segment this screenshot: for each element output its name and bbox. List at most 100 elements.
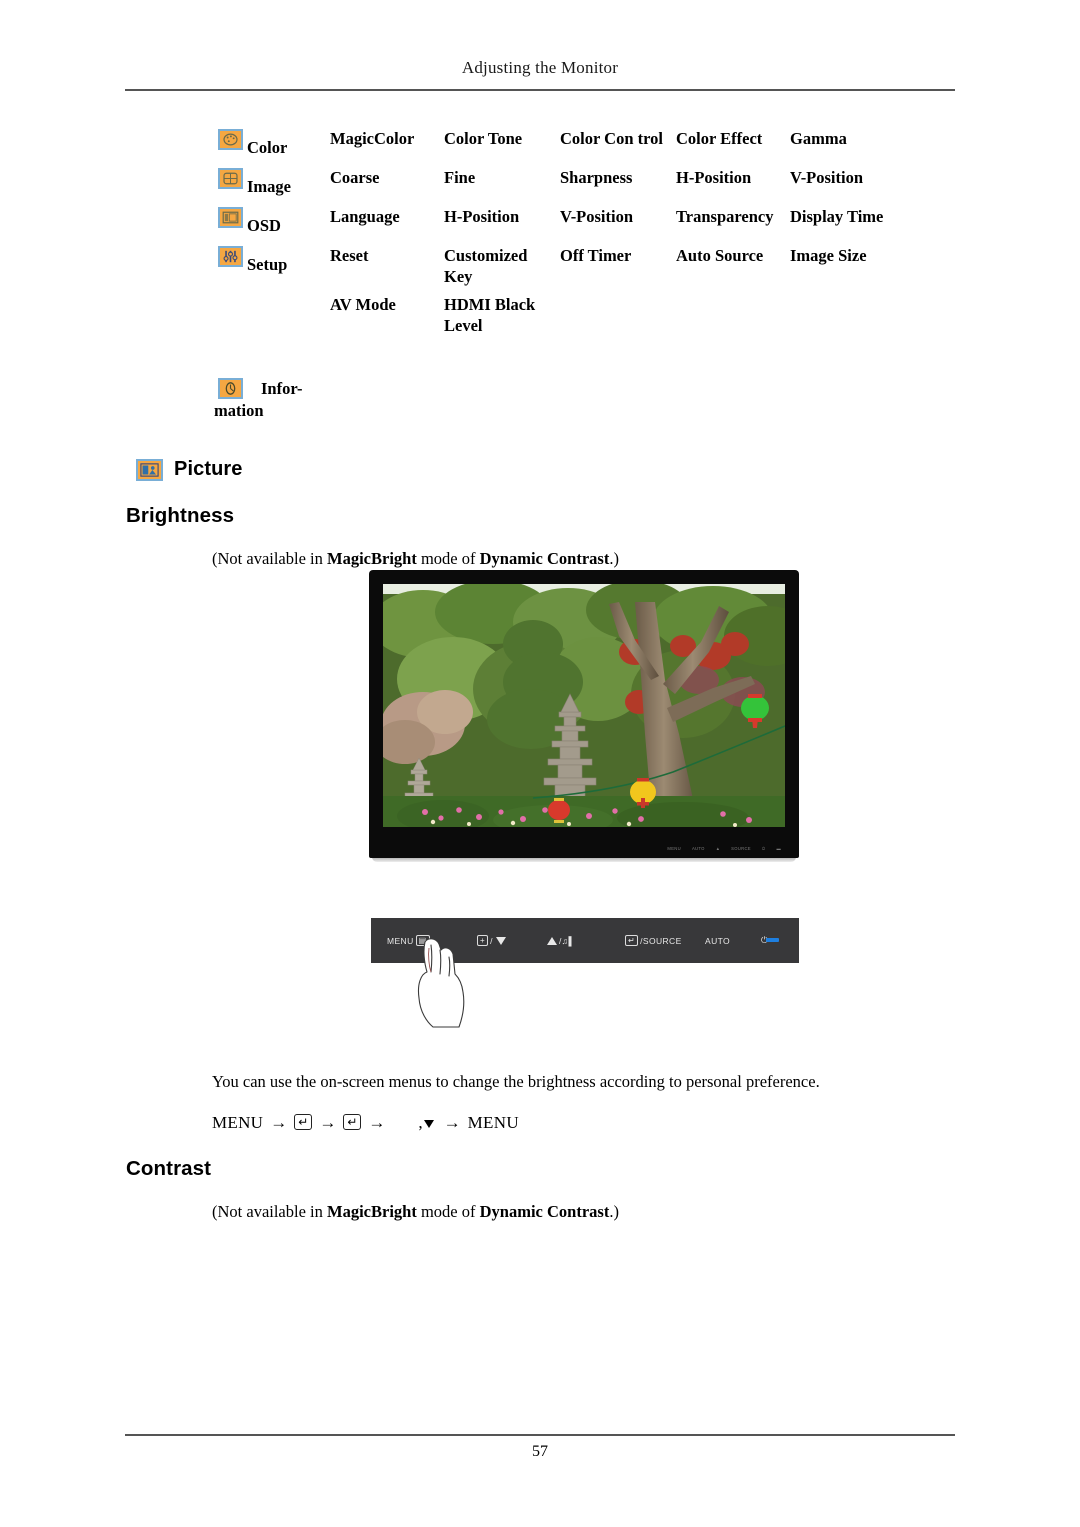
category-cell-setup: Setup	[218, 245, 330, 273]
bezel-label: SOURCE	[731, 846, 751, 851]
table-row: Setup Reset Customized Key Off Timer Aut…	[218, 245, 918, 287]
brightness-heading: Brightness	[126, 504, 235, 527]
chevron-down-icon	[423, 1120, 434, 1128]
clock-information-icon	[218, 378, 243, 400]
source-label: /SOURCE	[640, 935, 682, 946]
menu-item: Coarse	[330, 168, 380, 187]
arrow-icon: →	[368, 1113, 386, 1132]
menu-item: HDMI Black Level	[444, 295, 536, 336]
sequence-end: MENU	[467, 1113, 519, 1132]
bezel-label: MENU	[667, 846, 681, 851]
menu-item: Customized Key	[444, 246, 528, 287]
picture-icon	[136, 458, 163, 481]
plus-down-separator: /	[490, 935, 493, 946]
note-dynamic-contrast: Dynamic Contrast	[479, 1202, 610, 1221]
color-palette-icon	[218, 129, 243, 150]
menu-item: V-Position	[790, 168, 864, 187]
brightness-menu-sequence: MENU → ↵ → ↵ → , → MENU	[212, 1113, 519, 1133]
note-magicbright: MagicBright	[327, 549, 417, 568]
table-row: OSD Language H-Position V-Position Trans…	[218, 206, 918, 236]
arrow-icon: →	[319, 1113, 337, 1132]
volume-speaker-icon: ♫▌	[561, 935, 575, 946]
menu-item: Transparen­cy	[676, 207, 774, 226]
category-label: Infor-	[261, 379, 303, 398]
note-suffix: .)	[609, 549, 619, 568]
bezel-label: ▬	[776, 846, 781, 851]
chevron-up-icon	[547, 936, 557, 945]
category-label-continued: mation	[214, 401, 264, 421]
menu-item: Display Time	[790, 207, 884, 226]
information-row: Infor-	[218, 378, 418, 400]
bezel-label: ⏻	[761, 846, 766, 851]
control-panel-figure: MENU ▤ + / / ♫▌ ↵ /SOURCE AUTO ⏻	[371, 918, 799, 1028]
pointing-hand-illustration	[417, 938, 465, 1028]
auto-button-label: AUTO	[705, 935, 731, 946]
contrast-availability-note: (Not available in MagicBright mode of Dy…	[212, 1202, 619, 1222]
note-suffix: .)	[609, 1202, 619, 1221]
note-mid: mode of	[416, 1202, 480, 1221]
menu-item: Auto Source	[676, 246, 764, 265]
menu-item: Gamma	[790, 129, 847, 148]
category-label: OSD	[247, 215, 281, 235]
running-head: Adjusting the Monitor	[461, 58, 619, 77]
up-volume-button[interactable]: / ♫▌	[547, 936, 623, 946]
footer-divider	[125, 1434, 955, 1436]
enter-key-icon: ↵	[625, 935, 639, 946]
enter-key-icon: ↵	[343, 1114, 362, 1130]
category-label: Setup	[247, 254, 288, 274]
monitor-screen-image	[383, 584, 785, 827]
page-number: 57	[532, 1443, 548, 1460]
chevron-down-icon	[495, 936, 506, 945]
monitor-bezel: MENU AUTO ▲ SOURCE ⏻ ▬	[369, 570, 799, 858]
note-dynamic-contrast: Dynamic Contrast	[479, 549, 610, 568]
menu-item: Image Size	[790, 246, 867, 265]
picture-section-heading: Picture	[136, 458, 243, 481]
table-row-continuation: AV Mode HDMI Black Level	[218, 294, 918, 336]
sequence-comma: ,	[418, 1113, 423, 1132]
header-divider	[125, 89, 955, 91]
menu-item: Off Timer	[560, 246, 632, 265]
setup-sliders-icon	[218, 246, 243, 267]
monitor-bezel-controls: MENU AUTO ▲ SOURCE ⏻ ▬	[667, 846, 781, 851]
sequence-start: MENU	[212, 1113, 264, 1132]
menu-item: H-Position	[444, 207, 520, 226]
category-cell-color: Color	[218, 128, 330, 156]
category-cell-information: Infor- mation	[214, 378, 418, 421]
note-prefix: (Not available in	[212, 549, 328, 568]
menu-item: Sharpness	[560, 168, 633, 187]
bezel-label: ▲	[715, 846, 721, 851]
image-frame-icon	[218, 168, 243, 189]
menu-item: Reset	[330, 246, 369, 265]
menu-item: MagicColor	[330, 129, 415, 148]
brightness-description: You can use the on-screen menus to chang…	[212, 1072, 820, 1091]
monitor-figure: MENU AUTO ▲ SOURCE ⏻ ▬	[369, 570, 799, 868]
auto-button[interactable]: AUTO	[705, 936, 761, 946]
category-cell-osd: OSD	[218, 206, 330, 234]
menu-item: Color Tone	[444, 129, 523, 148]
arrow-icon: →	[443, 1113, 461, 1132]
note-prefix: (Not available in	[212, 1202, 328, 1221]
menu-item: H-Position	[676, 168, 752, 187]
note-mid: mode of	[416, 549, 480, 568]
category-label: Image	[247, 176, 291, 196]
page-title: Picture	[174, 458, 243, 480]
osd-menu-summary-table: Color MagicColor Color Tone Color Con­ t…	[218, 128, 918, 345]
menu-item: AV Mode	[330, 295, 396, 315]
osd-window-icon	[218, 207, 243, 228]
menu-item: Language	[330, 207, 400, 226]
contrast-heading: Contrast	[126, 1157, 212, 1180]
enter-key-icon: ↵	[294, 1114, 313, 1130]
note-magicbright: MagicBright	[327, 1202, 417, 1221]
table-row: Image Coarse Fine Sharpness H-Position V…	[218, 167, 918, 197]
power-led-indicator	[766, 938, 779, 942]
bezel-label: AUTO	[691, 846, 705, 851]
enter-source-button[interactable]: ↵ /SOURCE	[623, 935, 705, 946]
menu-item: Fine	[444, 168, 476, 187]
menu-item: V-Position	[560, 207, 634, 226]
category-label: Color	[247, 137, 288, 157]
category-cell-image: Image	[218, 167, 330, 195]
brightness-availability-note: (Not available in MagicBright mode of Dy…	[212, 549, 619, 569]
table-row: Color MagicColor Color Tone Color Con­ t…	[218, 128, 918, 158]
arrow-icon: →	[270, 1113, 288, 1132]
menu-item: Color Con­ trol	[560, 129, 663, 148]
